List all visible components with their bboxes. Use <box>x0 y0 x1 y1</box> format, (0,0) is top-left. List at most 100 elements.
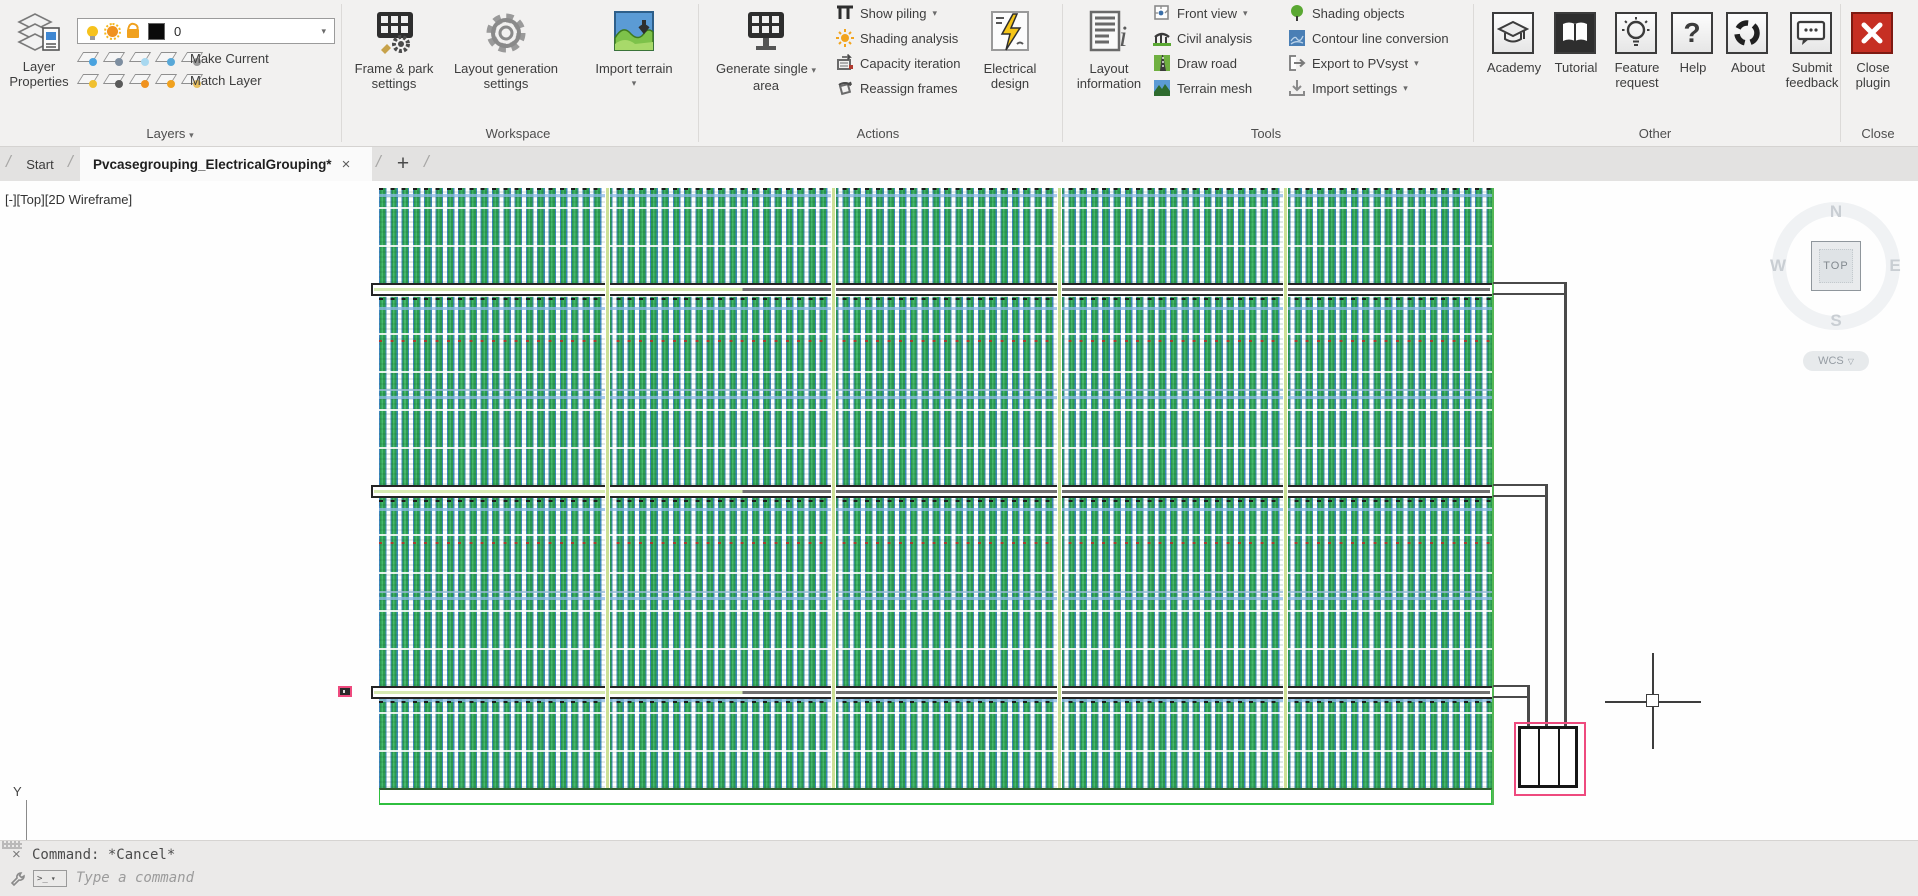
feedback-bubble-icon <box>1790 12 1832 54</box>
connector-dashes <box>379 542 1493 544</box>
layer-color-swatch[interactable] <box>148 22 165 40</box>
layout-information-button[interactable]: i Layout information <box>1070 8 1148 91</box>
combiner-box[interactable] <box>1518 726 1578 788</box>
submit-feedback-button[interactable] <box>1790 12 1832 54</box>
layer-unisolate-icon[interactable] <box>102 72 126 88</box>
export-arrow-icon <box>1288 54 1306 72</box>
layer-freeze-icon[interactable] <box>128 50 152 66</box>
layer-combobox[interactable]: 0 ▾ <box>77 18 335 44</box>
draw-road-button[interactable]: Draw road <box>1153 53 1237 73</box>
make-current-button[interactable]: Make Current <box>190 51 269 66</box>
layout-generation-label: Layout generation <box>453 61 559 76</box>
tracker-band <box>371 283 1493 296</box>
string-wire <box>1493 282 1567 284</box>
civil-analysis-button[interactable]: Civil analysis <box>1153 28 1252 48</box>
layer-properties-button[interactable]: Layer Properties <box>4 8 74 89</box>
generate-single-area-button[interactable]: Generate single ▾ area <box>706 8 826 93</box>
string-wire <box>1545 484 1548 756</box>
tab-active-drawing[interactable]: Pvcasegrouping_ElectricalGrouping* × <box>80 147 372 181</box>
section-divider <box>831 188 836 805</box>
feature-request-button[interactable] <box>1615 12 1657 54</box>
terrain-import-icon <box>611 8 657 58</box>
array-boundary <box>379 788 1493 805</box>
drawing-canvas[interactable]: [-][Top][2D Wireframe] N W E S TOP WCS ▽… <box>0 181 1918 896</box>
tutorial-button[interactable] <box>1554 12 1596 54</box>
frame-dashes <box>379 298 1493 300</box>
layer-isolate-icon[interactable] <box>102 50 126 66</box>
viewport-controls-label[interactable]: [-][Top][2D Wireframe] <box>5 192 132 207</box>
show-piling-button[interactable]: Show piling ▾ <box>836 3 937 23</box>
export-to-pvsyst-button[interactable]: Export to PVsyst ▾ <box>1288 53 1419 73</box>
group-separator <box>1062 4 1063 142</box>
panel-settings-icon <box>371 8 417 58</box>
layer-thaw-icon[interactable] <box>128 72 152 88</box>
import-terrain-button[interactable]: Import terrain ▾ <box>584 8 684 91</box>
viewcube-south[interactable]: S <box>1830 311 1841 331</box>
tab-start[interactable]: Start <box>14 147 66 181</box>
viewcube-east[interactable]: E <box>1889 256 1900 276</box>
workspace-group-label: Workspace <box>485 126 551 141</box>
tutorial-label[interactable]: Tutorial <box>1555 60 1598 75</box>
layer-lock-icon[interactable] <box>154 50 178 66</box>
command-input[interactable]: Type a command <box>76 870 194 886</box>
tab-separator: / <box>6 152 11 171</box>
new-tab-button[interactable]: + <box>388 147 418 181</box>
command-prompt-dropdown[interactable]: >_ ▾ <box>33 870 67 887</box>
sun-icon <box>836 29 854 47</box>
layer-unlock2-icon[interactable] <box>154 72 178 88</box>
chevron-down-icon: ▾ <box>811 65 816 75</box>
academy-label[interactable]: Academy <box>1487 60 1541 75</box>
file-tab-bar: / Start / Pvcasegrouping_ElectricalGroup… <box>0 147 1918 181</box>
frame-park-settings-button[interactable]: Frame & park settings <box>346 8 442 91</box>
lightning-bolt-icon <box>987 8 1033 58</box>
layer-off-icon[interactable] <box>76 50 100 66</box>
selected-marker[interactable] <box>338 686 352 697</box>
shading-objects-button[interactable]: Shading objects <box>1288 3 1405 23</box>
wcs-dropdown[interactable]: WCS ▽ <box>1803 351 1869 371</box>
layer-properties-label2: Properties <box>9 74 69 89</box>
command-close-icon[interactable]: × <box>12 846 21 863</box>
close-plugin-button[interactable] <box>1851 12 1893 54</box>
match-layer-button[interactable]: Match Layer <box>190 73 262 88</box>
chevron-down-icon: ▾ <box>631 78 637 88</box>
contour-line-conversion-button[interactable]: Contour line conversion <box>1288 28 1449 48</box>
import-download-icon <box>1288 79 1306 97</box>
feature-request-label[interactable]: Feature request <box>1615 60 1660 90</box>
connector-dashes <box>379 340 1493 342</box>
section-divider <box>1283 188 1288 805</box>
layout-generation-settings-button[interactable]: Layout generation settings <box>444 8 568 91</box>
help-label[interactable]: Help <box>1680 60 1707 75</box>
viewcube-west[interactable]: W <box>1770 256 1786 276</box>
academy-button[interactable] <box>1492 12 1534 54</box>
string-wire <box>1493 495 1548 497</box>
electrical-design-label: Electrical <box>983 61 1037 76</box>
electrical-design-button[interactable]: Electrical design <box>976 8 1044 91</box>
close-plugin-label[interactable]: Close plugin <box>1856 60 1891 90</box>
about-button[interactable] <box>1726 12 1768 54</box>
layer-unlock-icon[interactable] <box>127 29 139 38</box>
layout-info-icon: i <box>1085 8 1133 58</box>
about-label[interactable]: About <box>1731 60 1765 75</box>
terrain-mesh-button[interactable]: Terrain mesh <box>1153 78 1252 98</box>
layer-on-icon[interactable] <box>76 72 100 88</box>
customize-wrench-icon[interactable] <box>10 871 26 887</box>
shading-analysis-button[interactable]: Shading analysis <box>836 28 958 48</box>
layer-thaw-sun-icon[interactable] <box>104 22 121 40</box>
front-view-button[interactable]: Front view ▾ <box>1153 3 1248 23</box>
capacity-iteration-icon-button[interactable]: Capacity iteration <box>836 53 960 73</box>
viewcube-north[interactable]: N <box>1830 202 1842 222</box>
help-button[interactable]: ? <box>1671 12 1713 54</box>
chevron-down-icon[interactable]: ▾ <box>321 26 326 37</box>
chevron-down-icon: ▽ <box>1847 356 1854 366</box>
command-line-dock: × Command: *Cancel* >_ ▾ Type a command <box>0 840 1918 896</box>
viewcube-top-face[interactable]: TOP <box>1811 241 1861 291</box>
layer-on-bulb-icon[interactable] <box>87 25 98 40</box>
layers-group-label[interactable]: Layers ▾ <box>146 126 193 141</box>
reassign-frames-button[interactable]: Reassign frames <box>836 78 958 98</box>
tab-separator: / <box>68 152 73 171</box>
tab-close-icon[interactable]: × <box>342 156 351 173</box>
idea-bulb-icon <box>1615 12 1657 54</box>
close-group-label: Close <box>1861 126 1895 141</box>
submit-feedback-label[interactable]: Submit feedback <box>1786 60 1839 90</box>
import-settings-button[interactable]: Import settings ▾ <box>1288 78 1408 98</box>
